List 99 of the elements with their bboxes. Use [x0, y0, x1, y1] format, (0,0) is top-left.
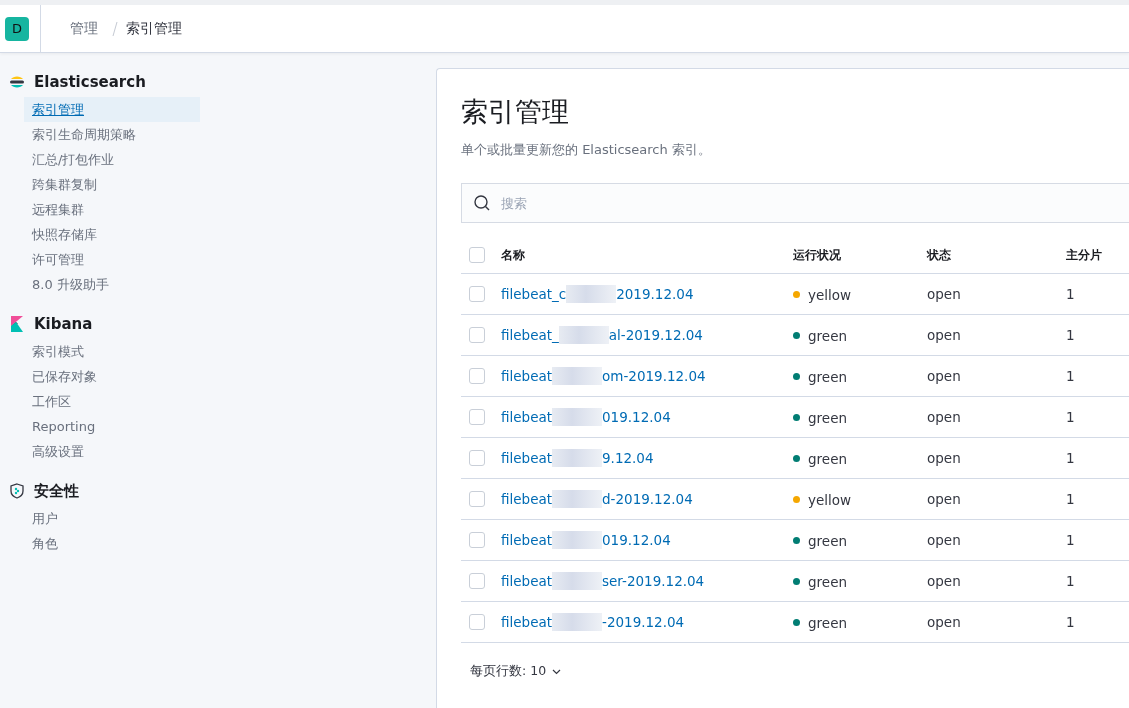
- section-title: Elasticsearch: [34, 73, 146, 91]
- shield-icon: [9, 483, 25, 499]
- redaction-blur: [552, 449, 602, 467]
- health-text: green: [808, 409, 847, 426]
- health-text: green: [808, 327, 847, 344]
- index-name-link[interactable]: 2019.12.04: [616, 286, 694, 302]
- nav-item[interactable]: 8.0 升级助手: [24, 272, 200, 297]
- nav-item[interactable]: 角色: [24, 531, 200, 556]
- nav-item[interactable]: 高级设置: [24, 439, 200, 464]
- status-text: open: [927, 327, 961, 343]
- section-title: Kibana: [34, 315, 93, 333]
- redaction-blur: [552, 490, 602, 508]
- checkbox[interactable]: [469, 532, 485, 548]
- nav-item[interactable]: 跨集群复制: [24, 172, 200, 197]
- health-text: green: [808, 573, 847, 590]
- redaction-blur: [558, 326, 609, 344]
- nav-item[interactable]: Reporting: [24, 414, 200, 439]
- index-name-link[interactable]: om-2019.12.04: [602, 368, 706, 384]
- health-text: green: [808, 450, 847, 467]
- nav-item[interactable]: 索引生命周期策略: [24, 122, 200, 147]
- checkbox[interactable]: [469, 409, 485, 425]
- index-name-link[interactable]: ser-2019.12.04: [602, 573, 705, 589]
- checkbox[interactable]: [469, 286, 485, 302]
- page-description: 单个或批量更新您的 Elasticsearch 索引。: [461, 141, 712, 159]
- checkbox[interactable]: [469, 573, 485, 589]
- nav-item[interactable]: 已保存对象: [24, 364, 200, 389]
- index-name-link[interactable]: d-2019.12.04: [602, 491, 693, 507]
- checkbox[interactable]: [469, 614, 485, 630]
- status-text: open: [927, 368, 961, 384]
- index-name-link[interactable]: filebeat: [501, 532, 552, 548]
- redaction-blur: [552, 531, 602, 549]
- index-name-link[interactable]: 019.12.04: [602, 532, 671, 548]
- rows-per-page-button[interactable]: 每页行数: 10: [470, 663, 562, 680]
- index-name-link[interactable]: 9.12.04: [602, 450, 654, 466]
- health-text: green: [808, 368, 847, 385]
- caret-icon: [552, 668, 562, 675]
- status-text: open: [927, 409, 961, 425]
- nav-item[interactable]: 远程集群: [24, 197, 200, 222]
- health-text: yellow: [808, 491, 852, 508]
- redaction-blur: [552, 613, 602, 631]
- index-name-link[interactable]: filebeat: [501, 368, 552, 384]
- status-text: open: [927, 573, 961, 589]
- page-title: 索引管理: [461, 95, 570, 129]
- shard-count: 1: [1066, 573, 1075, 589]
- avatar[interactable]: D: [5, 16, 29, 41]
- breadcrumb-link[interactable]: 管理: [70, 19, 98, 38]
- nav-item[interactable]: 索引管理: [24, 97, 200, 122]
- health-text: green: [808, 532, 847, 549]
- elasticsearch-logo-icon: [9, 74, 25, 90]
- search-field[interactable]: 搜索: [461, 183, 1129, 223]
- shard-count: 1: [1066, 327, 1075, 343]
- shard-count: 1: [1066, 286, 1075, 302]
- breadcrumb-link[interactable]: 索引管理: [126, 19, 182, 38]
- index-name-link[interactable]: filebeat: [501, 450, 552, 466]
- search-icon: [473, 194, 491, 212]
- checkbox[interactable]: [469, 368, 485, 384]
- checkbox[interactable]: [469, 450, 485, 466]
- checkbox[interactable]: [469, 247, 485, 263]
- index-name-link[interactable]: al-2019.12.04: [608, 327, 703, 343]
- breadcrumb-separator-icon: [112, 20, 118, 37]
- index-name-link[interactable]: filebeat: [501, 491, 552, 507]
- status-text: open: [927, 491, 961, 507]
- section-title: 安全性: [34, 481, 79, 501]
- redaction-blur: [552, 408, 602, 426]
- checkbox[interactable]: [469, 327, 485, 343]
- status-text: open: [927, 286, 961, 302]
- nav-item[interactable]: 用户: [24, 506, 200, 531]
- redaction-blur: [552, 572, 602, 590]
- status-text: open: [927, 614, 961, 630]
- health-text: green: [808, 614, 847, 631]
- shard-count: 1: [1066, 450, 1075, 466]
- health-text: yellow: [808, 286, 852, 303]
- shard-count: 1: [1066, 491, 1075, 507]
- status-text: open: [927, 450, 961, 466]
- index-name-link[interactable]: filebeat_c: [501, 286, 567, 302]
- nav-item[interactable]: 快照存储库: [24, 222, 200, 247]
- index-name-link[interactable]: filebeat: [501, 573, 552, 589]
- index-name-link[interactable]: -2019.12.04: [602, 614, 685, 630]
- nav-item[interactable]: 许可管理: [24, 247, 200, 272]
- shard-count: 1: [1066, 409, 1075, 425]
- shard-count: 1: [1066, 614, 1075, 630]
- nav-item[interactable]: 工作区: [24, 389, 200, 414]
- status-text: open: [927, 532, 961, 548]
- checkbox[interactable]: [469, 491, 485, 507]
- redaction-blur: [566, 285, 617, 303]
- nav-item[interactable]: 索引模式: [24, 339, 200, 364]
- column-header: 主分片: [1066, 247, 1102, 262]
- shard-count: 1: [1066, 532, 1075, 548]
- kibana-logo-icon: [10, 316, 24, 332]
- nav-item[interactable]: 汇总/打包作业: [24, 147, 200, 172]
- column-header: 状态: [927, 247, 951, 262]
- column-header: 运行状况: [793, 247, 841, 262]
- index-name-link[interactable]: filebeat: [501, 614, 552, 630]
- shard-count: 1: [1066, 368, 1075, 384]
- column-header: 名称: [501, 247, 525, 262]
- index-name-link[interactable]: 019.12.04: [602, 409, 671, 425]
- index-name-link[interactable]: filebeat_: [501, 327, 559, 343]
- index-name-link[interactable]: filebeat: [501, 409, 552, 425]
- redaction-blur: [552, 367, 602, 385]
